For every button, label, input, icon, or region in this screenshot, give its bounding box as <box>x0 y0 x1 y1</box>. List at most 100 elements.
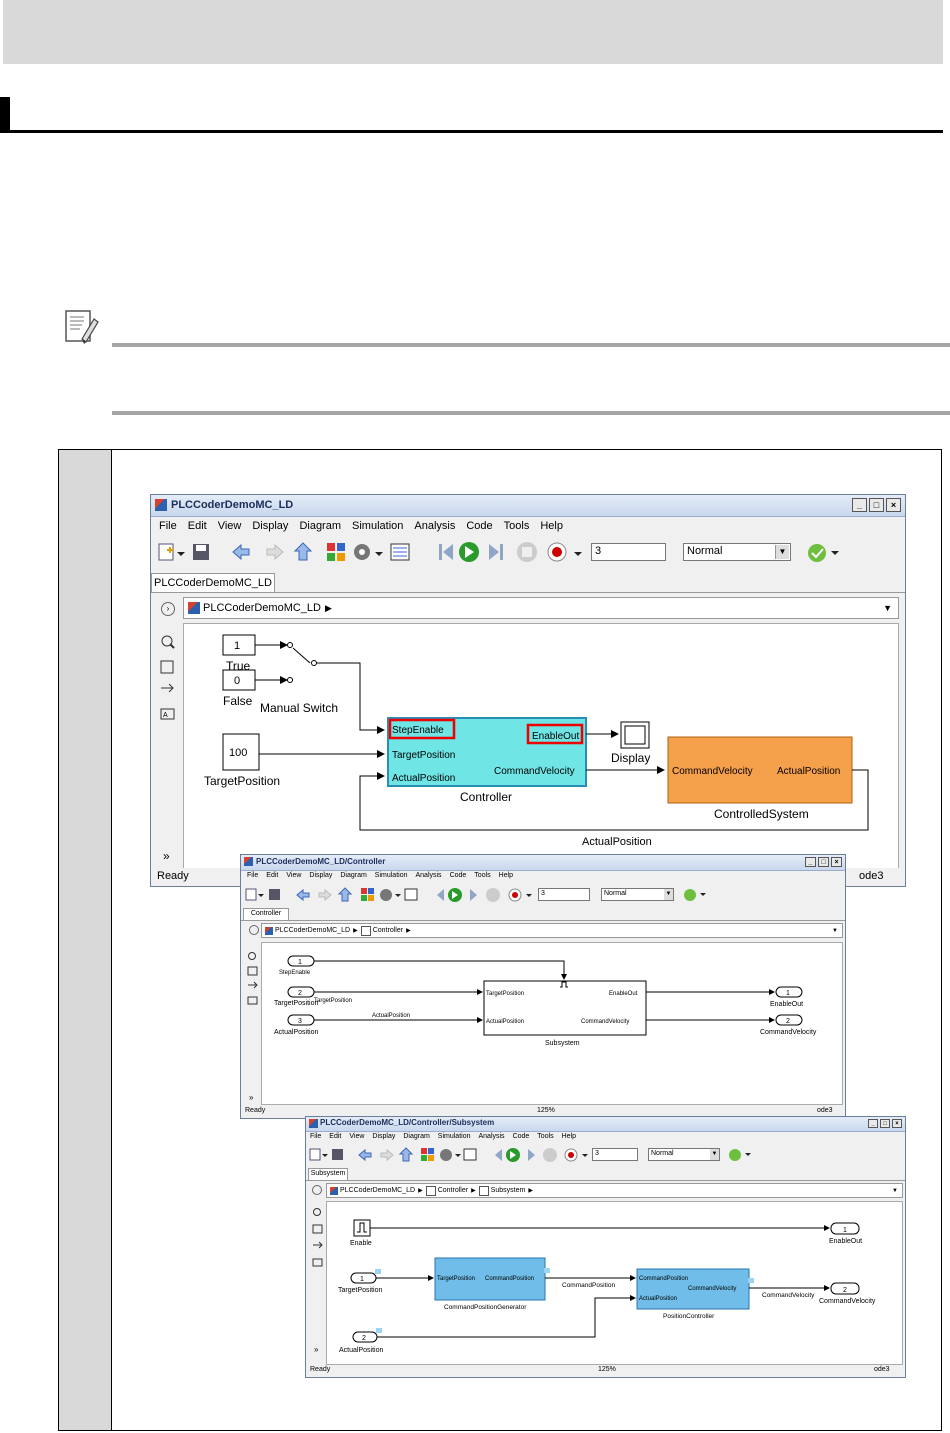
menu-code[interactable]: Code <box>450 870 467 882</box>
menu-tools[interactable]: Tools <box>474 870 490 882</box>
model-explorer-icon[interactable] <box>404 888 418 901</box>
menu-simulation[interactable]: Simulation <box>375 870 408 882</box>
simulation-mode-select[interactable]: Normal ▼ <box>648 1148 720 1161</box>
close-button[interactable]: × <box>831 857 842 867</box>
library-browser-icon[interactable] <box>327 543 345 561</box>
menu-file[interactable]: File <box>310 1131 321 1143</box>
step-forward-icon[interactable] <box>489 544 503 560</box>
run-icon[interactable] <box>459 542 479 562</box>
menu-diagram[interactable]: Diagram <box>340 870 366 882</box>
model-explorer-icon[interactable] <box>390 543 410 561</box>
dropdown-arrow-icon[interactable] <box>177 552 185 556</box>
chevron-down-icon[interactable]: ▼ <box>892 1188 898 1194</box>
menu-view[interactable]: View <box>349 1131 364 1143</box>
fit-to-view-icon[interactable] <box>312 1224 323 1234</box>
stop-icon[interactable] <box>517 542 537 562</box>
menu-file[interactable]: File <box>247 870 258 882</box>
subsystem-block[interactable] <box>483 980 647 1036</box>
maximize-button[interactable]: □ <box>869 498 884 512</box>
dropdown-arrow-icon[interactable] <box>395 894 401 897</box>
run-icon[interactable] <box>506 1148 520 1162</box>
up-arrow-icon[interactable] <box>398 1147 414 1162</box>
menu-display[interactable]: Display <box>309 870 332 882</box>
step-back-icon[interactable] <box>437 889 444 901</box>
menu-tools[interactable]: Tools <box>537 1131 553 1143</box>
chevron-right-icon[interactable]: ▶ <box>406 927 411 934</box>
tab-model[interactable]: PLCCoderDemoMC_LD <box>151 573 275 593</box>
step-back-icon[interactable] <box>495 1149 502 1161</box>
forward-arrow-icon[interactable] <box>266 543 284 561</box>
minimize-button[interactable]: _ <box>868 1119 878 1128</box>
stop-time-input[interactable]: 3 <box>538 888 590 901</box>
menu-view[interactable]: View <box>286 870 301 882</box>
chevron-down-icon[interactable]: ▼ <box>832 928 838 934</box>
menu-simulation[interactable]: Simulation <box>438 1131 471 1143</box>
menu-edit[interactable]: Edit <box>266 870 278 882</box>
menu-display[interactable]: Display <box>252 517 288 535</box>
annotation-icon[interactable] <box>312 1258 323 1267</box>
chevron-down-icon[interactable]: ▼ <box>664 889 673 900</box>
new-model-icon[interactable] <box>158 543 174 561</box>
chevron-right-icon[interactable]: ▶ <box>325 603 332 614</box>
model-advisor-icon[interactable] <box>807 543 847 563</box>
dropdown-arrow-icon[interactable] <box>526 894 532 897</box>
menu-tools[interactable]: Tools <box>504 517 530 535</box>
model-advisor-icon[interactable] <box>728 1148 756 1162</box>
maximize-button[interactable]: □ <box>880 1119 890 1128</box>
stop-time-input[interactable]: 3 <box>591 543 666 561</box>
model-explorer-icon[interactable] <box>463 1148 477 1161</box>
menu-edit[interactable]: Edit <box>188 517 207 535</box>
expand-toolstrip-icon[interactable]: » <box>314 1345 318 1354</box>
chevron-right-icon[interactable]: ▶ <box>418 1187 423 1194</box>
chevron-down-icon[interactable]: ▼ <box>775 545 789 559</box>
breadcrumb-item-model[interactable]: PLCCoderDemoMC_LD <box>340 1187 415 1194</box>
dropdown-arrow-icon[interactable] <box>375 552 383 556</box>
settings-gear-icon[interactable] <box>354 544 370 560</box>
annotation-icon[interactable] <box>247 996 258 1005</box>
step-forward-icon[interactable] <box>470 889 477 901</box>
settings-gear-icon[interactable] <box>380 889 392 901</box>
up-arrow-icon[interactable] <box>293 542 313 561</box>
breadcrumb-item-model[interactable]: PLCCoderDemoMC_LD <box>203 602 321 614</box>
dropdown-arrow-icon[interactable] <box>455 1154 461 1157</box>
menu-analysis[interactable]: Analysis <box>414 517 455 535</box>
save-icon[interactable] <box>269 889 280 900</box>
zoom-in-icon[interactable] <box>248 952 256 960</box>
chevron-down-icon[interactable]: ▼ <box>883 603 892 613</box>
manual-switch-block[interactable] <box>287 642 317 683</box>
enable-port-block[interactable] <box>353 1219 371 1237</box>
record-icon[interactable] <box>547 542 567 562</box>
minimize-button[interactable]: _ <box>852 498 867 512</box>
back-arrow-icon[interactable] <box>232 543 250 561</box>
model-advisor-icon[interactable] <box>683 888 711 902</box>
chevron-right-icon[interactable]: ▶ <box>353 927 358 934</box>
menu-help[interactable]: Help <box>540 517 563 535</box>
forward-arrow-icon[interactable] <box>318 888 332 902</box>
back-arrow-icon[interactable] <box>358 1148 372 1162</box>
close-button[interactable]: × <box>892 1119 902 1128</box>
library-browser-icon[interactable] <box>421 1148 434 1161</box>
save-icon[interactable] <box>193 544 209 560</box>
dropdown-arrow-icon[interactable] <box>258 894 264 897</box>
back-arrow-icon[interactable] <box>296 888 310 902</box>
annotation-icon[interactable]: A <box>160 708 175 720</box>
library-browser-icon[interactable] <box>361 888 374 901</box>
zoom-in-icon[interactable] <box>161 635 175 649</box>
up-arrow-icon[interactable] <box>337 887 353 902</box>
stop-time-input[interactable]: 3 <box>592 1148 638 1161</box>
menu-diagram[interactable]: Diagram <box>299 517 341 535</box>
step-back-icon[interactable] <box>439 544 453 560</box>
menu-analysis[interactable]: Analysis <box>478 1131 504 1143</box>
breadcrumb-item-controller[interactable]: Controller <box>373 927 403 934</box>
simulation-mode-select[interactable]: Normal ▼ <box>601 888 674 901</box>
menu-edit[interactable]: Edit <box>329 1131 341 1143</box>
menu-help[interactable]: Help <box>562 1131 576 1143</box>
maximize-button[interactable]: □ <box>818 857 829 867</box>
arrow-right-icon[interactable] <box>248 981 258 989</box>
save-icon[interactable] <box>332 1149 343 1160</box>
expand-toolstrip-icon[interactable]: » <box>163 849 170 863</box>
record-icon[interactable] <box>564 1148 578 1162</box>
settings-gear-icon[interactable] <box>440 1149 452 1161</box>
menu-analysis[interactable]: Analysis <box>415 870 441 882</box>
record-icon[interactable] <box>508 888 522 902</box>
